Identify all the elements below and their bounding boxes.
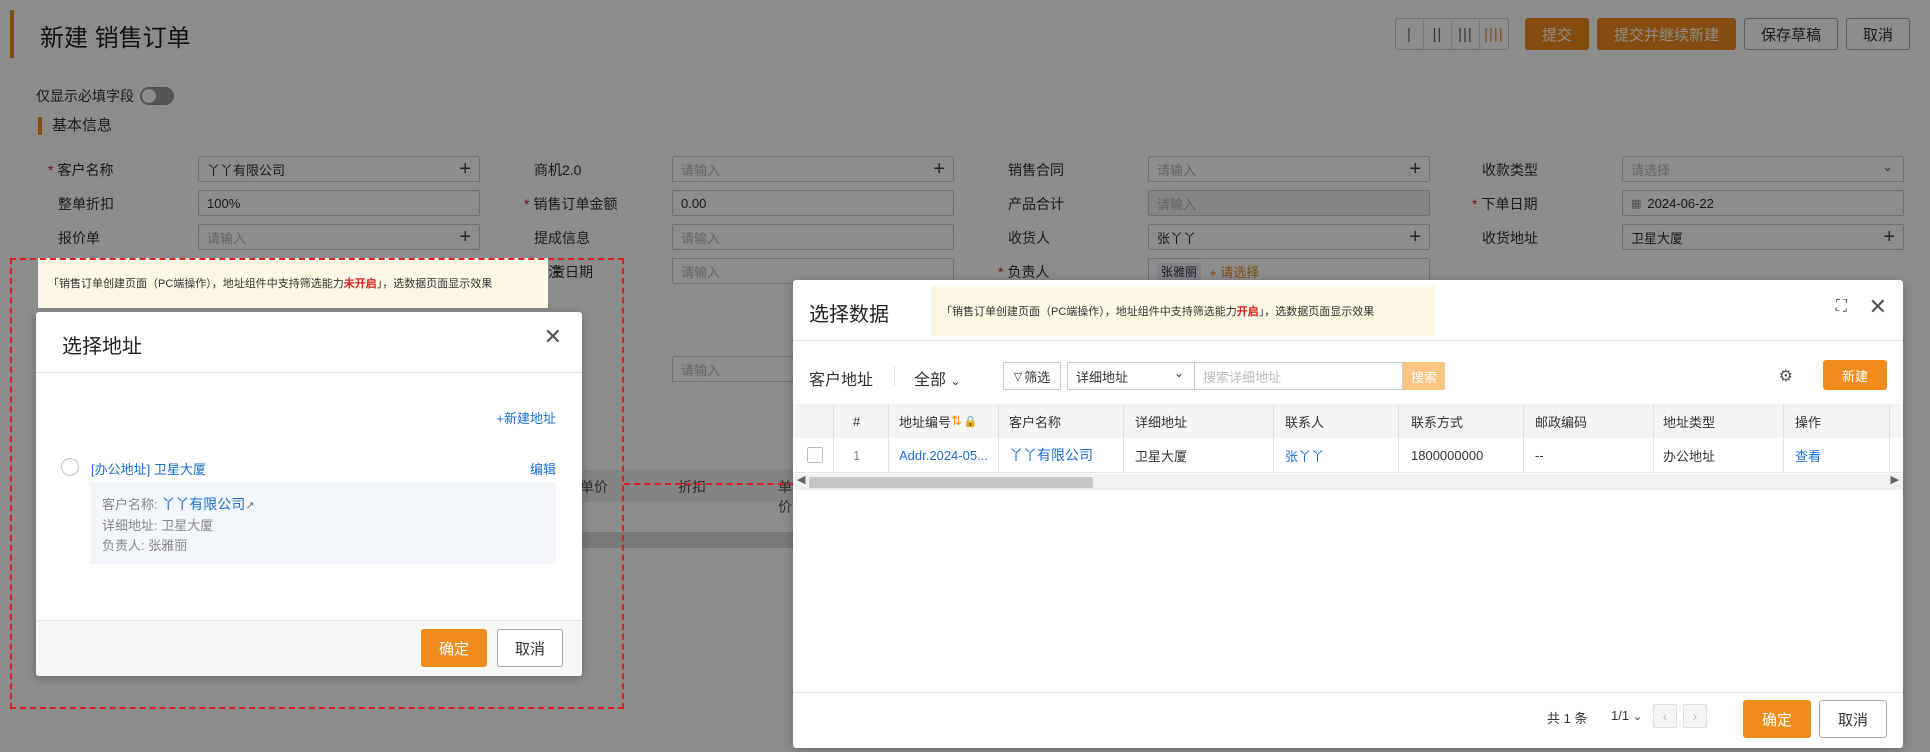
search-input[interactable]: 搜索详细地址 <box>1195 362 1403 390</box>
column-header: 联系方式 <box>1411 404 1463 438</box>
column-divider <box>1653 404 1654 472</box>
column-divider <box>1273 404 1274 472</box>
cell-op[interactable]: 查看 <box>1795 438 1821 472</box>
column-divider <box>1523 404 1524 472</box>
edit-address-link[interactable]: 编辑 <box>530 459 556 478</box>
close-icon[interactable]: ✕ <box>1869 294 1887 320</box>
notice-right-text: 「销售订单创建页面（PC端操作），地址组件中支持筛选能力 <box>941 306 1237 318</box>
search-field-select[interactable]: 详细地址 ⌄ <box>1067 362 1195 390</box>
cell-zip: -- <box>1535 447 1544 463</box>
select-address-dialog: 选择地址 ✕ +新建地址 [办公地址] 卫星大厦 编辑 客户名称: 丫丫有限公司… <box>36 312 582 676</box>
column-header-label: 联系人 <box>1285 414 1325 430</box>
cell-idx: 1 <box>853 447 861 463</box>
chevron-down-icon: ⌄ <box>1632 711 1642 723</box>
owner-value: 张雅丽 <box>148 538 188 553</box>
lock-icon[interactable]: 🔒 <box>964 415 978 428</box>
column-header-label: 详细地址 <box>1135 414 1188 430</box>
cell-address: 卫星大厦 <box>1135 448 1188 464</box>
column-divider <box>1783 404 1784 472</box>
chevron-down-icon: ⌄ <box>950 374 961 388</box>
filter-button[interactable]: ▽ 筛选 <box>1003 362 1061 390</box>
cell-type: 办公地址 <box>1663 448 1716 464</box>
filter-icon: ▽ <box>1013 370 1023 383</box>
row-divider <box>793 472 1903 473</box>
column-header: 操作 <box>1795 404 1821 438</box>
detail-value: 卫星大厦 <box>161 518 214 533</box>
column-header: 联系人 <box>1285 404 1324 438</box>
owner-label: 负责人: <box>102 538 145 553</box>
cancel-button[interactable]: 取消 <box>497 629 563 667</box>
cell-contact[interactable]: 张丫丫 <box>1285 438 1324 472</box>
column-divider <box>888 404 889 472</box>
column-header: 邮政编码 <box>1535 404 1587 438</box>
sort-icon[interactable]: ⇅ <box>951 413 962 429</box>
column-header: # <box>853 404 860 438</box>
address-radio[interactable] <box>61 458 79 476</box>
next-page-button[interactable]: › <box>1683 704 1707 728</box>
external-link-icon[interactable]: ↗ <box>245 500 254 512</box>
confirm-button[interactable]: 确定 <box>1743 700 1811 738</box>
divider <box>894 366 895 386</box>
column-header-label: 操作 <box>1795 414 1822 430</box>
dialog-title: 选择地址 <box>62 336 142 358</box>
address-item-title[interactable]: [办公地址] 卫星大厦 <box>91 459 206 478</box>
chevron-down-icon: ⌄ <box>1173 366 1184 380</box>
notice-right-tail: 」，选数据页面显示效果 <box>1258 306 1375 318</box>
scope-dropdown[interactable]: 全部 ⌄ <box>914 366 961 390</box>
new-button[interactable]: 新建 <box>1823 360 1887 390</box>
divider <box>793 340 1903 341</box>
customer-link[interactable]: 丫丫有限公司 <box>161 496 245 512</box>
dialog-title: 选择数据 <box>809 304 889 326</box>
divider <box>36 372 582 373</box>
detail-label: 详细地址: <box>102 518 158 533</box>
column-divider <box>1889 404 1890 472</box>
close-icon[interactable]: ✕ <box>544 324 562 350</box>
confirm-button[interactable]: 确定 <box>421 629 487 667</box>
fullscreen-icon[interactable]: ⛶ <box>1836 298 1847 316</box>
cell-phone: 1800000000 <box>1411 447 1484 463</box>
customer-label: 客户名称: <box>102 497 158 512</box>
cell-code[interactable]: Addr.2024-05... <box>899 438 1003 472</box>
object-name: 客户地址 <box>809 372 874 389</box>
column-header-label: 地址编号 <box>899 414 952 430</box>
column-header[interactable]: 地址编号 ⇅ 🔒 <box>899 404 978 438</box>
row-checkbox[interactable] <box>807 447 823 463</box>
column-header-label: 联系方式 <box>1411 414 1464 430</box>
column-header: 客户名称 <box>1009 404 1061 438</box>
annotation-connector <box>624 483 794 485</box>
address-card: 客户名称: 丫丫有限公司↗ 详细地址: 卫星大厦 负责人: 张雅丽 <box>90 482 556 564</box>
scrollbar-thumb[interactable] <box>809 477 1093 488</box>
column-header-label: 地址类型 <box>1663 414 1716 430</box>
search-field-label: 详细地址 <box>1076 369 1129 385</box>
notice-right-flag: 开启 <box>1236 306 1259 318</box>
prev-page-button[interactable]: ‹ <box>1653 704 1677 728</box>
column-header-label: 客户名称 <box>1009 414 1062 430</box>
scroll-right-icon[interactable]: ▶ <box>1891 473 1899 486</box>
search-button[interactable]: 搜索 <box>1403 362 1445 390</box>
filter-label: 筛选 <box>1024 369 1051 385</box>
column-divider <box>833 404 834 472</box>
column-header: 地址类型 <box>1663 404 1715 438</box>
page-text: 1/1 <box>1611 708 1630 723</box>
page-indicator[interactable]: 1/1 ⌄ <box>1611 708 1642 723</box>
footer-divider <box>793 692 1903 693</box>
column-header: 详细地址 <box>1135 404 1187 438</box>
notice-right: 「销售订单创建页面（PC端操作），地址组件中支持筛选能力 开启 」，选数据页面显示… <box>931 286 1435 336</box>
cell-customer[interactable]: 丫丫有限公司 <box>1009 438 1093 472</box>
new-address-link[interactable]: +新建地址 <box>496 408 556 427</box>
column-divider <box>1123 404 1124 472</box>
cancel-button[interactable]: 取消 <box>1819 700 1887 738</box>
select-data-dialog: 选择数据 「销售订单创建页面（PC端操作），地址组件中支持筛选能力 开启 」，选数… <box>793 280 1903 748</box>
settings-icon[interactable]: ⚙ <box>1779 366 1793 386</box>
column-header-label: # <box>853 413 861 429</box>
total-count: 共 1 条 <box>1547 711 1588 726</box>
scroll-left-icon[interactable]: ◀ <box>797 473 805 486</box>
column-divider <box>1398 404 1399 472</box>
column-header-label: 邮政编码 <box>1535 414 1588 430</box>
scope-label: 全部 <box>914 372 947 389</box>
